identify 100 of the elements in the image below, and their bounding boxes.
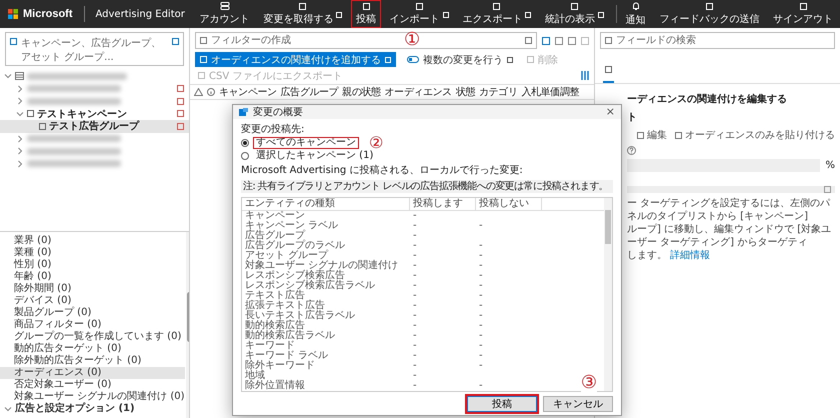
section-label: ト bbox=[627, 111, 638, 124]
table-cell-text: - bbox=[412, 231, 418, 241]
table-cell-text: - bbox=[412, 241, 418, 251]
list-item[interactable]: 製品グループ (0) bbox=[0, 307, 185, 319]
column-header[interactable]: 状態 bbox=[456, 85, 476, 99]
list-group[interactable]: 広告と設定オプション (1) bbox=[0, 403, 185, 415]
table-cell-text: - bbox=[478, 331, 484, 341]
square-icon bbox=[10, 38, 17, 45]
unit-label: % bbox=[825, 160, 835, 171]
table-cell-text: 地域 bbox=[244, 371, 265, 381]
table-cell-text: - bbox=[412, 281, 418, 291]
add-button[interactable]: オーディエンスの関連付けを追加する bbox=[195, 52, 396, 67]
scrollbar[interactable] bbox=[604, 198, 612, 391]
dropdown-field[interactable] bbox=[627, 186, 835, 193]
nav-button[interactable]: インポート bbox=[384, 0, 454, 28]
column-header[interactable]: 投稿しない bbox=[476, 198, 542, 210]
note-text: ー ターゲティングを設定するには、左側のパネルのタイプリストから [キャンペーン] bbox=[627, 197, 832, 223]
list-item[interactable]: 動的広告ターゲット (0) bbox=[0, 343, 185, 355]
checkbox[interactable]: 編集 bbox=[637, 128, 667, 142]
radio-button[interactable] bbox=[241, 152, 249, 160]
table-cell-text: - bbox=[412, 331, 418, 341]
square-icon bbox=[200, 56, 207, 63]
chevron-icon[interactable] bbox=[16, 147, 24, 156]
chevron-icon[interactable] bbox=[16, 134, 24, 143]
nav-button[interactable]: エクスポート bbox=[457, 0, 536, 28]
column-header[interactable]: 親の状態 bbox=[342, 85, 381, 99]
close-button[interactable]: × bbox=[606, 106, 615, 118]
radio-label[interactable]: すべてのキャンペーン bbox=[253, 137, 359, 149]
list-item[interactable]: オーディエンス (0) bbox=[0, 367, 185, 379]
learn-more-link[interactable]: 詳細情報 bbox=[670, 250, 710, 261]
chevron-icon[interactable] bbox=[16, 160, 24, 168]
search-field[interactable]: フィールドの検索 bbox=[600, 32, 835, 49]
nav-button[interactable]: 投稿 bbox=[351, 0, 382, 28]
dialog-icon bbox=[239, 108, 248, 116]
callout-number: ① bbox=[404, 31, 420, 49]
list-item[interactable]: デバイス (0) bbox=[0, 295, 185, 307]
post-button[interactable]: 投稿 bbox=[467, 396, 537, 412]
columns-icon[interactable] bbox=[581, 71, 589, 80]
table-cell-text: - bbox=[478, 281, 484, 291]
table-cell-text: - bbox=[478, 251, 484, 261]
chevron-icon[interactable] bbox=[16, 97, 24, 106]
table-cell-text: - bbox=[412, 321, 418, 331]
tree-item[interactable]: テストキャンペーン bbox=[0, 108, 189, 120]
table-cell-text: - bbox=[478, 221, 484, 231]
toolbar-button[interactable]: 複数の変更を行う bbox=[404, 52, 516, 67]
table-cell-text: キャンペーン ラベル bbox=[244, 221, 340, 231]
microsoft-logo bbox=[8, 9, 18, 19]
column-header[interactable]: 広告グループ bbox=[280, 85, 338, 99]
table-cell-text: - bbox=[478, 271, 484, 281]
column-header[interactable]: オーディエンス bbox=[384, 85, 452, 99]
column-header[interactable]: 投稿します bbox=[410, 198, 476, 210]
square-icon bbox=[605, 66, 612, 73]
cancel-button[interactable]: キャンセル bbox=[543, 396, 613, 412]
radio-label[interactable]: 選択したキャンペーン (1) bbox=[253, 150, 376, 162]
nav-button[interactable]: 統計の表示 bbox=[540, 0, 610, 28]
column-header[interactable]: キャンペーン bbox=[219, 85, 277, 99]
square-icon bbox=[605, 37, 612, 44]
column-header[interactable]: エンティティの種類 bbox=[242, 198, 410, 210]
table-cell-text: - bbox=[412, 271, 418, 281]
nav-button[interactable]: 変更を取得する bbox=[258, 0, 348, 28]
table-cell-text: アセット グループ bbox=[244, 251, 328, 261]
list-item[interactable]: 業種 (0) bbox=[0, 247, 185, 259]
table-cell-text: - bbox=[478, 321, 484, 331]
square-icon bbox=[172, 38, 179, 45]
nav-button[interactable]: アカウント bbox=[194, 0, 255, 28]
table-cell-text: - bbox=[478, 241, 484, 251]
brand-name: Microsoft bbox=[23, 8, 72, 20]
checkbox[interactable]: オーディエンスのみを貼り付ける bbox=[675, 128, 835, 142]
tree-item[interactable]: テスト広告グループ bbox=[0, 120, 189, 132]
column-header[interactable]: カテゴリ bbox=[479, 85, 518, 99]
chevron-icon[interactable] bbox=[16, 110, 24, 118]
square-icon bbox=[416, 2, 423, 10]
radio-button[interactable] bbox=[241, 139, 249, 147]
bid-field[interactable] bbox=[627, 159, 820, 172]
list-item[interactable]: 除外動的広告ターゲット (0) bbox=[0, 355, 185, 367]
table-icon bbox=[15, 72, 24, 80]
chevron-icon[interactable] bbox=[16, 84, 24, 93]
list-item[interactable]: 商品フィルター (0) bbox=[0, 319, 185, 331]
square-icon bbox=[527, 56, 534, 63]
table-cell-text: - bbox=[412, 371, 418, 381]
table-cell-text: - bbox=[478, 311, 484, 321]
list-item[interactable]: 業界 (0) bbox=[0, 235, 185, 247]
list-item[interactable]: 対象ユーザー シグナルの関連付け (0) bbox=[0, 391, 185, 403]
list-item[interactable]: 性別 (0) bbox=[0, 259, 185, 271]
list-item[interactable]: グループの一覧を作成しています (0) bbox=[0, 331, 185, 343]
table-cell-text: - bbox=[412, 341, 418, 351]
table-cell-text: - bbox=[478, 361, 484, 371]
column-header[interactable]: 入札単価調整 bbox=[521, 85, 580, 99]
chevron-icon[interactable] bbox=[4, 72, 12, 80]
note-text: ループ] に移動し、編集ウィンドウで [対象ユーザー ターゲティング] からターゲティ bbox=[627, 223, 832, 249]
table-cell-text: - bbox=[412, 351, 418, 361]
table-cell-text: 長いテキスト広告ラベル bbox=[244, 311, 356, 321]
help-icon[interactable] bbox=[627, 146, 636, 155]
list-item[interactable]: 否定対象ユーザー (0) bbox=[0, 379, 185, 391]
search-field[interactable]: キャンペーン、広告グループ、アセット グループ... bbox=[5, 32, 184, 66]
table-cell-text: - bbox=[412, 291, 418, 301]
list-item[interactable]: 除外期間 (0) bbox=[0, 283, 185, 295]
nav-button[interactable]: サインアウト bbox=[768, 0, 838, 28]
list-item[interactable]: 年齢 (0) bbox=[0, 271, 185, 283]
nav-button[interactable]: フィードバックの送信 bbox=[654, 0, 764, 28]
